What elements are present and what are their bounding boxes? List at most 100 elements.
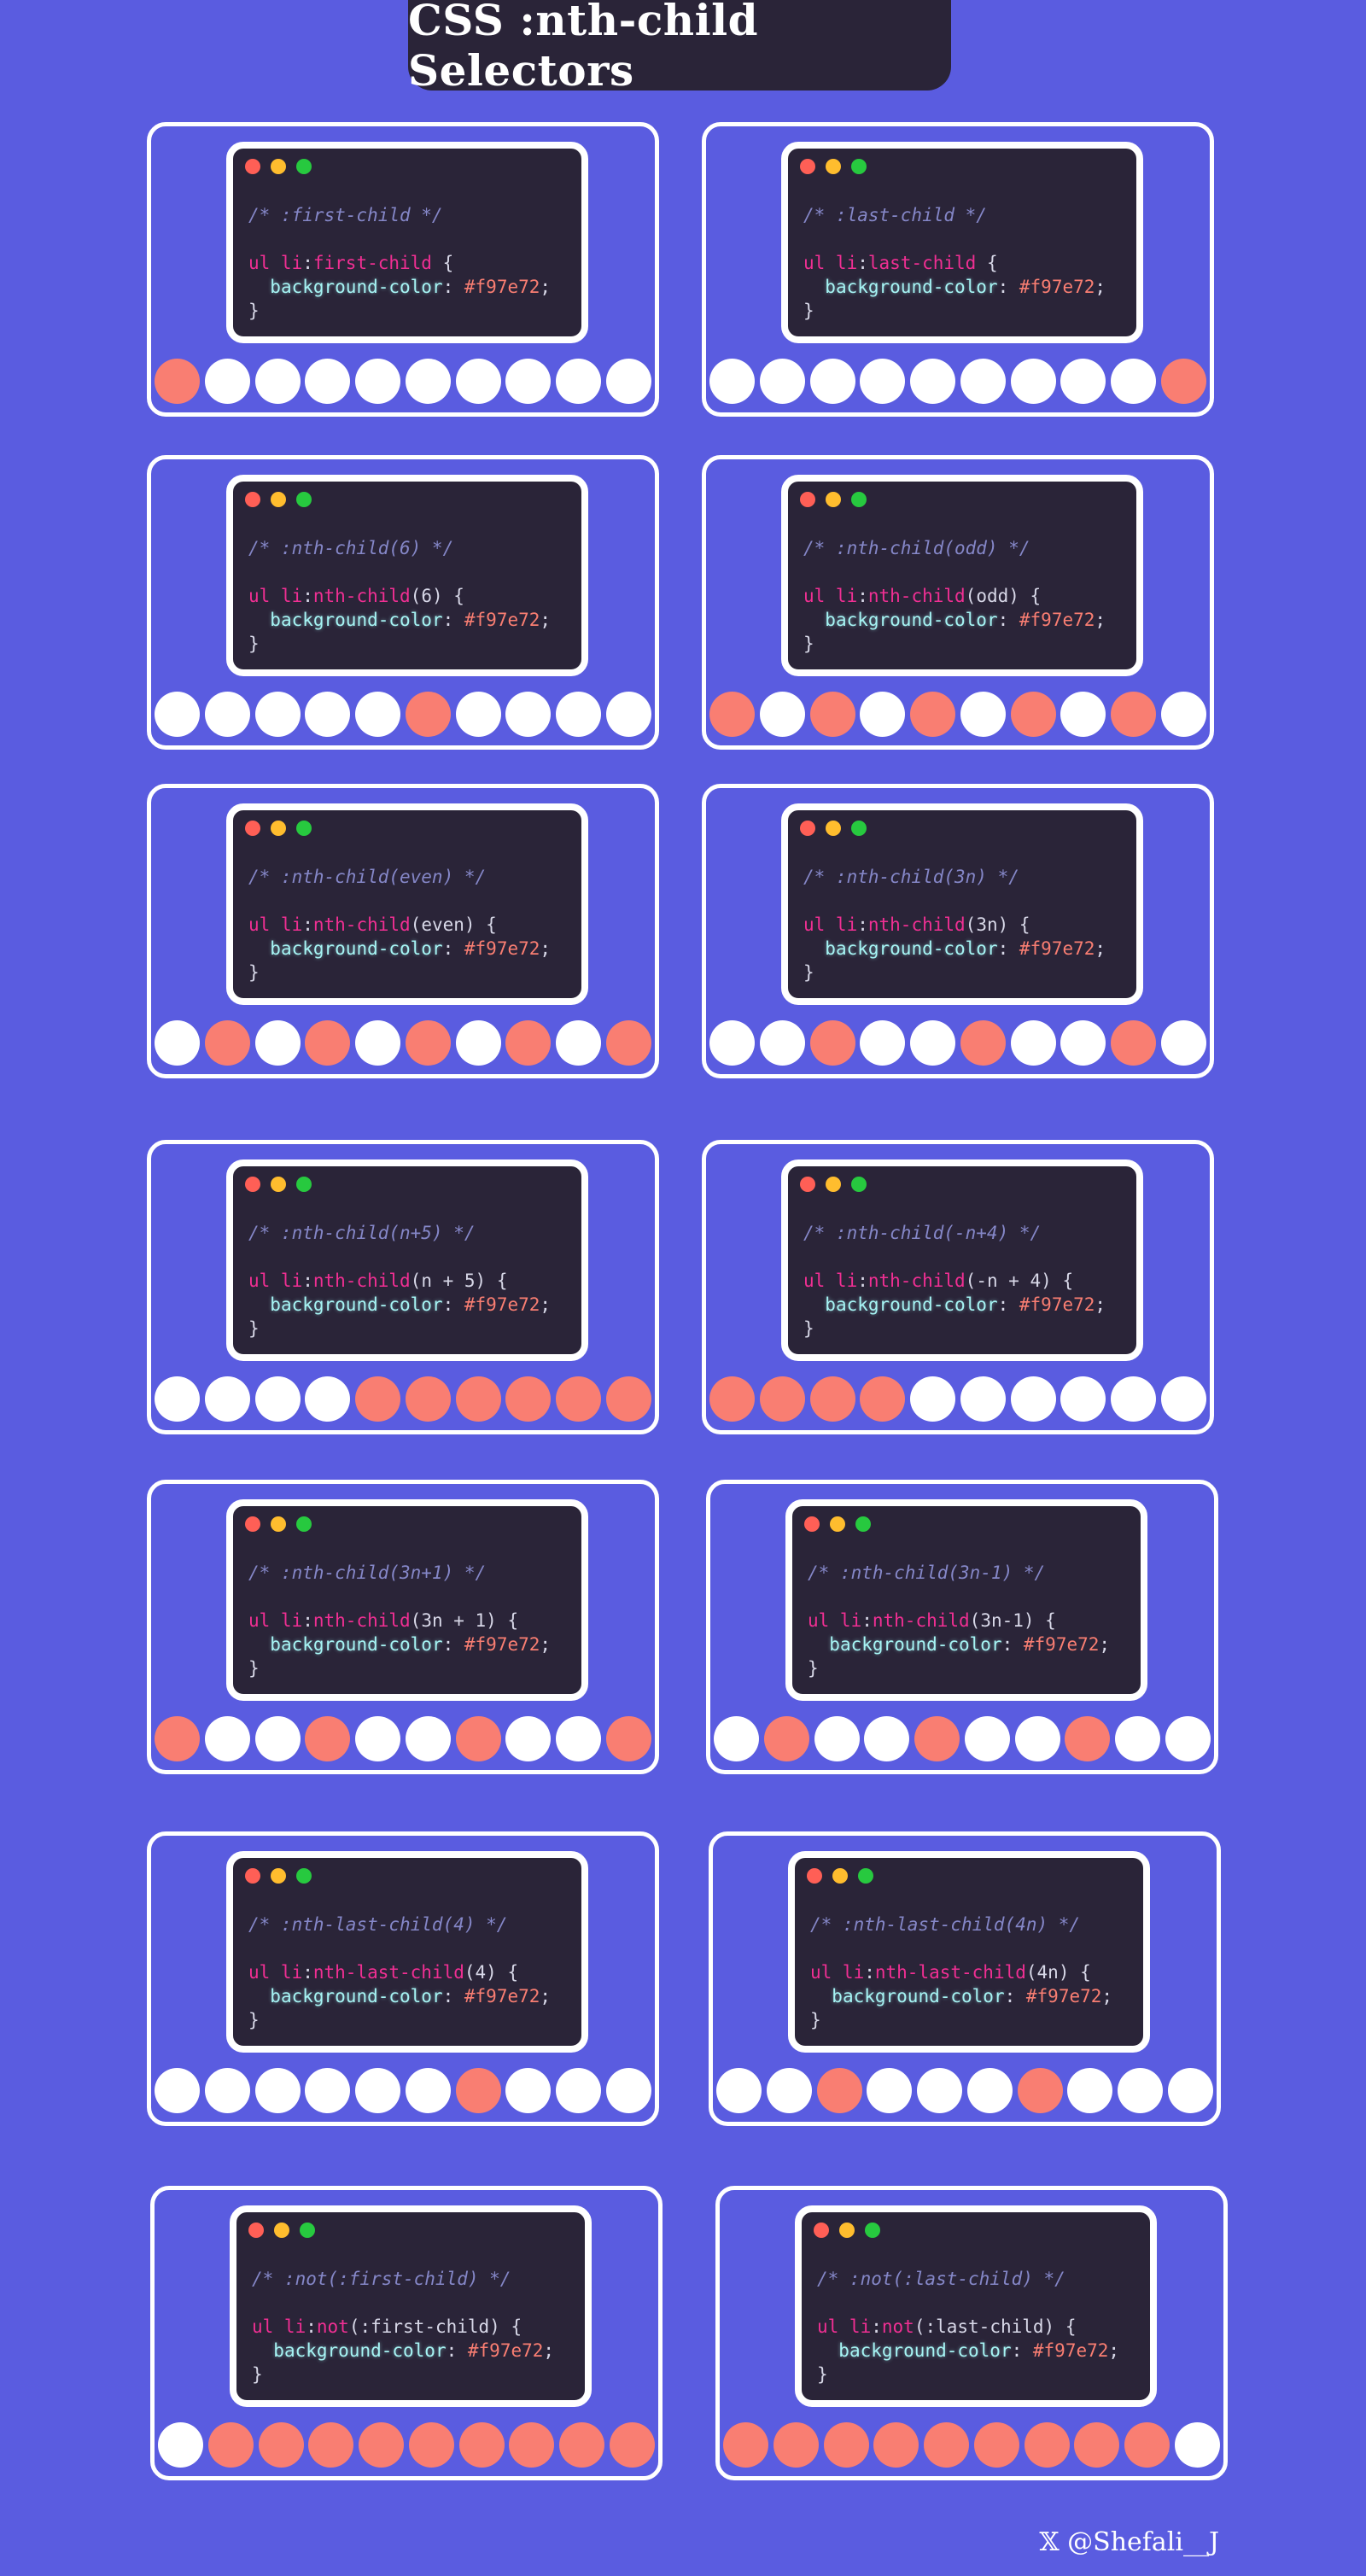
list-item-circle xyxy=(556,1376,602,1422)
open-brace: { xyxy=(1051,1270,1074,1291)
css-value: #f97e72 xyxy=(464,1634,540,1655)
code-editor-window: /* :last-child */ul li:last-child { back… xyxy=(781,142,1143,343)
css-code: /* :nth-child(3n+1) */ul li:nth-child(3n… xyxy=(248,1561,575,1680)
closing-line: } xyxy=(248,632,575,656)
list-item-circle xyxy=(873,2422,919,2468)
semicolon: ; xyxy=(1099,1634,1111,1655)
list-item-circle xyxy=(759,1376,805,1422)
list-item-circle xyxy=(1118,2068,1164,2113)
semicolon: ; xyxy=(1095,610,1106,630)
selector-card: /* :nth-child(3n+1) */ul li:nth-child(3n… xyxy=(147,1480,659,1774)
list-item-circle xyxy=(609,2422,655,2468)
code-comment: /* :last-child */ xyxy=(803,205,987,225)
list-item-circle xyxy=(505,2068,552,2113)
close-brace: } xyxy=(248,301,260,321)
css-code: /* :nth-child(6) */ul li:nth-child(6) { … xyxy=(248,536,575,656)
list-item-circle xyxy=(714,1716,759,1761)
list-item-circle xyxy=(1060,1020,1106,1066)
red-window-dot-icon xyxy=(800,821,815,836)
list-item-circle xyxy=(355,1020,401,1066)
list-item-circle xyxy=(556,359,602,404)
selector-element: ul li xyxy=(810,1962,865,1983)
pseudo-args: (6) xyxy=(410,586,443,606)
list-item-circle xyxy=(355,1716,401,1761)
list-items-row xyxy=(155,1376,651,1422)
css-value: #f97e72 xyxy=(464,938,540,959)
selector-colon: : xyxy=(302,253,313,273)
list-item-circle xyxy=(207,2422,254,2468)
list-item-circle xyxy=(405,1020,451,1066)
list-item-circle xyxy=(1010,692,1056,737)
declaration-separator: : xyxy=(997,1294,1019,1315)
css-property: background-color xyxy=(273,2340,447,2361)
window-controls xyxy=(245,159,312,174)
code-editor-window: /* :not(:last-child) */ul li:not(:last-c… xyxy=(795,2205,1157,2407)
green-window-dot-icon xyxy=(296,1868,312,1884)
yellow-window-dot-icon xyxy=(271,492,286,507)
css-code: /* :nth-child(odd) */ul li:nth-child(odd… xyxy=(803,536,1130,656)
list-item-circle xyxy=(355,359,401,404)
declaration-line: background-color: #f97e72; xyxy=(803,937,1130,961)
list-item-circle xyxy=(505,359,552,404)
list-item-circle xyxy=(823,2422,869,2468)
selector-card: /* :first-child */ul li:first-child { ba… xyxy=(147,122,659,417)
list-item-circle xyxy=(766,2068,812,2113)
list-item-circle xyxy=(355,1376,401,1422)
list-item-circle xyxy=(405,2068,451,2113)
list-item-circle xyxy=(455,1376,501,1422)
semicolon: ; xyxy=(540,938,552,959)
list-item-circle xyxy=(204,1716,250,1761)
green-window-dot-icon xyxy=(296,159,312,174)
close-brace: } xyxy=(803,1318,814,1339)
open-brace: { xyxy=(976,253,998,273)
declaration-separator: : xyxy=(997,277,1019,297)
list-item-circle xyxy=(1174,2422,1220,2468)
css-value: #f97e72 xyxy=(1032,2340,1109,2361)
list-item-circle xyxy=(1111,692,1157,737)
code-comment: /* :nth-child(-n+4) */ xyxy=(803,1223,1042,1243)
selector-line: ul li:nth-child(even) { xyxy=(248,913,575,937)
close-brace: } xyxy=(803,962,814,983)
selector-element: ul li xyxy=(803,253,858,273)
list-item-circle xyxy=(254,692,301,737)
list-item-circle xyxy=(964,1716,1010,1761)
green-window-dot-icon xyxy=(851,159,867,174)
list-item-circle xyxy=(1115,1716,1161,1761)
declaration-separator: : xyxy=(1001,1634,1024,1655)
list-item-circle xyxy=(1060,1376,1106,1422)
selector-colon: : xyxy=(302,1962,313,1983)
code-comment: /* :nth-child(6) */ xyxy=(248,538,454,558)
selector-card: /* :not(:first-child) */ul li:not(:first… xyxy=(150,2186,663,2480)
pseudo-args: (even) xyxy=(410,914,476,935)
list-item-circle xyxy=(405,692,451,737)
code-editor-window: /* :nth-child(-n+4) */ul li:nth-child(-n… xyxy=(781,1159,1143,1361)
list-item-circle xyxy=(359,2422,405,2468)
close-brace: } xyxy=(803,301,814,321)
closing-line: } xyxy=(810,2008,1136,2032)
declaration-line: background-color: #f97e72; xyxy=(248,608,575,632)
list-items-row xyxy=(155,1716,651,1761)
yellow-window-dot-icon xyxy=(271,1516,286,1532)
declaration-separator: : xyxy=(997,610,1019,630)
list-item-circle xyxy=(1160,1020,1206,1066)
css-property: background-color xyxy=(832,1986,1005,2006)
css-property: background-color xyxy=(825,938,998,959)
selector-card: /* :nth-child(3n-1) */ul li:nth-child(3n… xyxy=(706,1480,1218,1774)
declaration-line: background-color: #f97e72; xyxy=(248,275,575,299)
list-items-row xyxy=(155,692,651,737)
pseudo-class: nth-child xyxy=(872,1610,970,1631)
list-items-row xyxy=(709,359,1206,404)
list-item-circle xyxy=(914,1716,960,1761)
closing-line: } xyxy=(248,1656,575,1680)
css-value: #f97e72 xyxy=(1019,1294,1095,1315)
closing-line: } xyxy=(808,1656,1134,1680)
selector-element: ul li xyxy=(817,2316,872,2337)
window-controls xyxy=(814,2223,880,2238)
list-item-circle xyxy=(355,2068,401,2113)
code-editor-window: /* :nth-child(6) */ul li:nth-child(6) { … xyxy=(226,475,588,676)
selector-card: /* :nth-last-child(4n) */ul li:nth-last-… xyxy=(709,1831,1221,2126)
red-window-dot-icon xyxy=(800,159,815,174)
green-window-dot-icon xyxy=(296,492,312,507)
css-code: /* :nth-last-child(4) */ul li:nth-last-c… xyxy=(248,1913,575,2032)
declaration-line: background-color: #f97e72; xyxy=(252,2339,578,2363)
